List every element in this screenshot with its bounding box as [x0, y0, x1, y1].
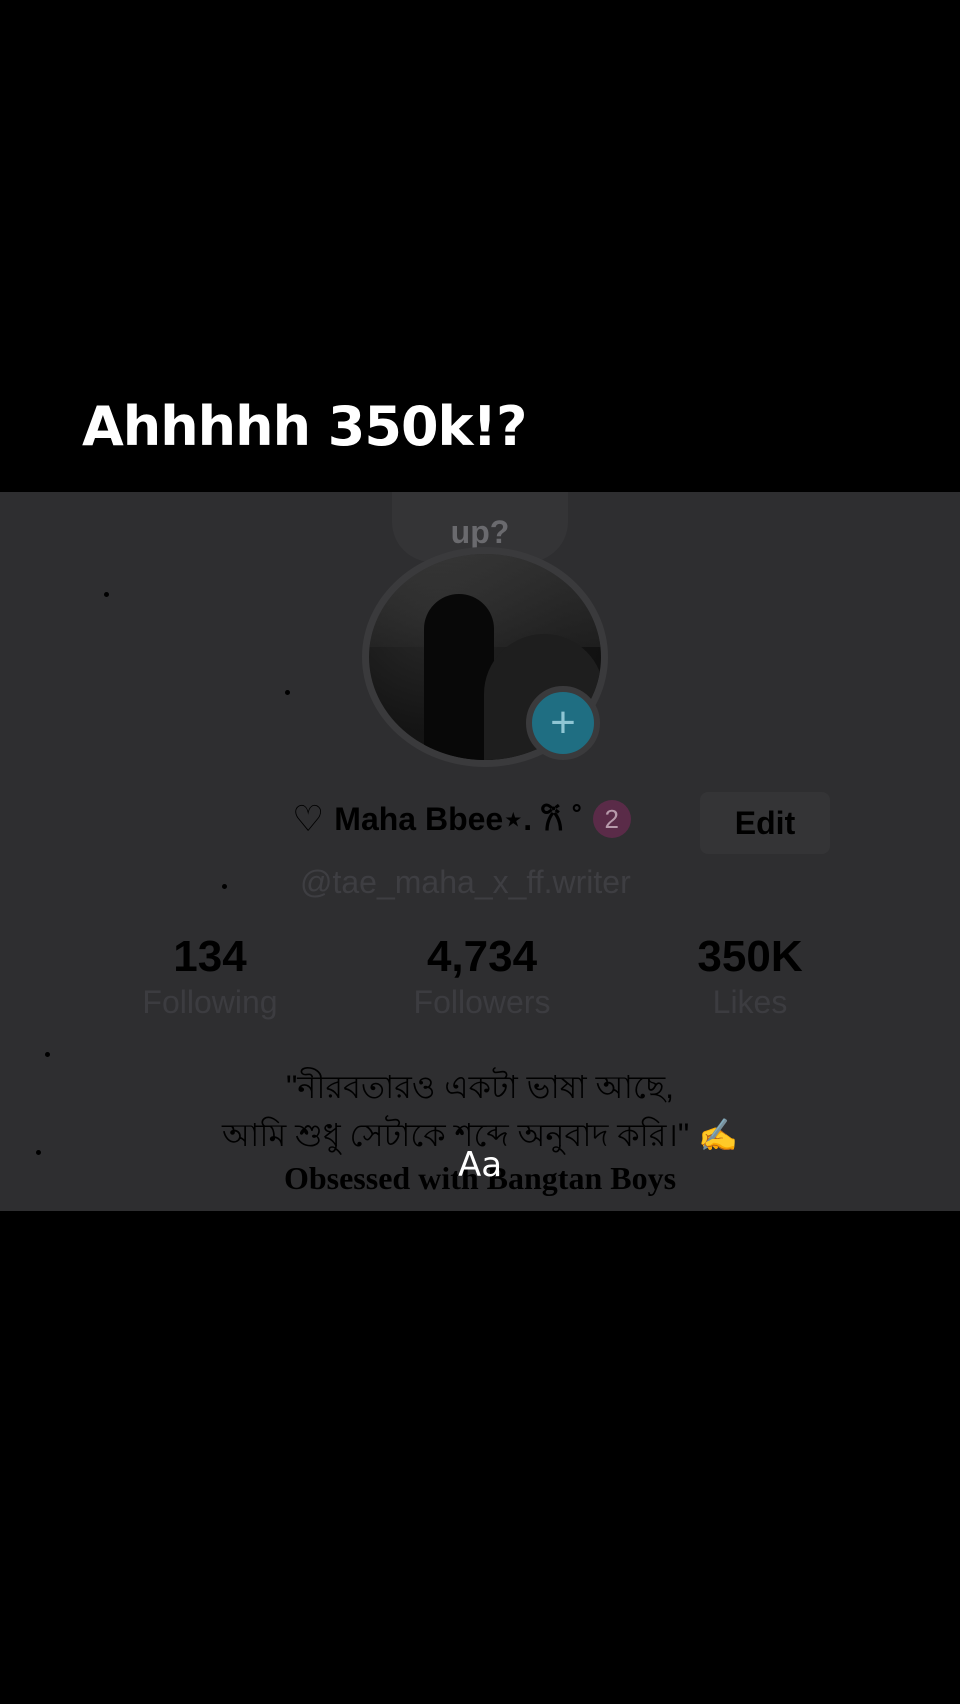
stat-followers[interactable]: 4,734 Followers — [372, 932, 592, 1021]
username: @tae_maha_x_ff.writer — [300, 864, 631, 900]
add-story-plus-icon[interactable]: + — [526, 686, 600, 760]
note-bubble-text: up? — [450, 514, 510, 550]
text-tool-label[interactable]: Aa — [458, 1145, 502, 1185]
stat-value: 350K — [697, 932, 803, 981]
stat-value: 134 — [173, 932, 247, 981]
name-row: ♡ Maha Bbee⋆. 𐙚 ˚ 2 — [292, 797, 631, 840]
stat-label: Following — [142, 984, 278, 1020]
display-name: Maha Bbee⋆. 𐙚 ˚ — [334, 801, 583, 837]
heart-icon: ♡ — [292, 797, 325, 839]
speck — [285, 690, 290, 695]
notification-badge[interactable]: 2 — [592, 799, 631, 838]
stat-label: Followers — [413, 984, 551, 1020]
profile-screenshot: up? + ♡ Maha Bbee⋆. 𐙚 ˚ 2 Edit @tae_maha… — [0, 492, 960, 1211]
bio-line: "নীরবতারও একটা ভাষা আছে, — [285, 1069, 675, 1105]
stat-likes[interactable]: 350K Likes — [640, 932, 860, 1021]
edit-profile-button[interactable]: Edit — [700, 792, 830, 854]
speck — [104, 592, 109, 597]
stat-following[interactable]: 134 Following — [100, 932, 320, 1021]
stat-label: Likes — [712, 984, 788, 1020]
speck — [222, 884, 227, 889]
video-caption: Ahhhhh 350k!? — [82, 395, 527, 458]
stat-value: 4,734 — [426, 932, 538, 981]
speck — [45, 1052, 50, 1057]
